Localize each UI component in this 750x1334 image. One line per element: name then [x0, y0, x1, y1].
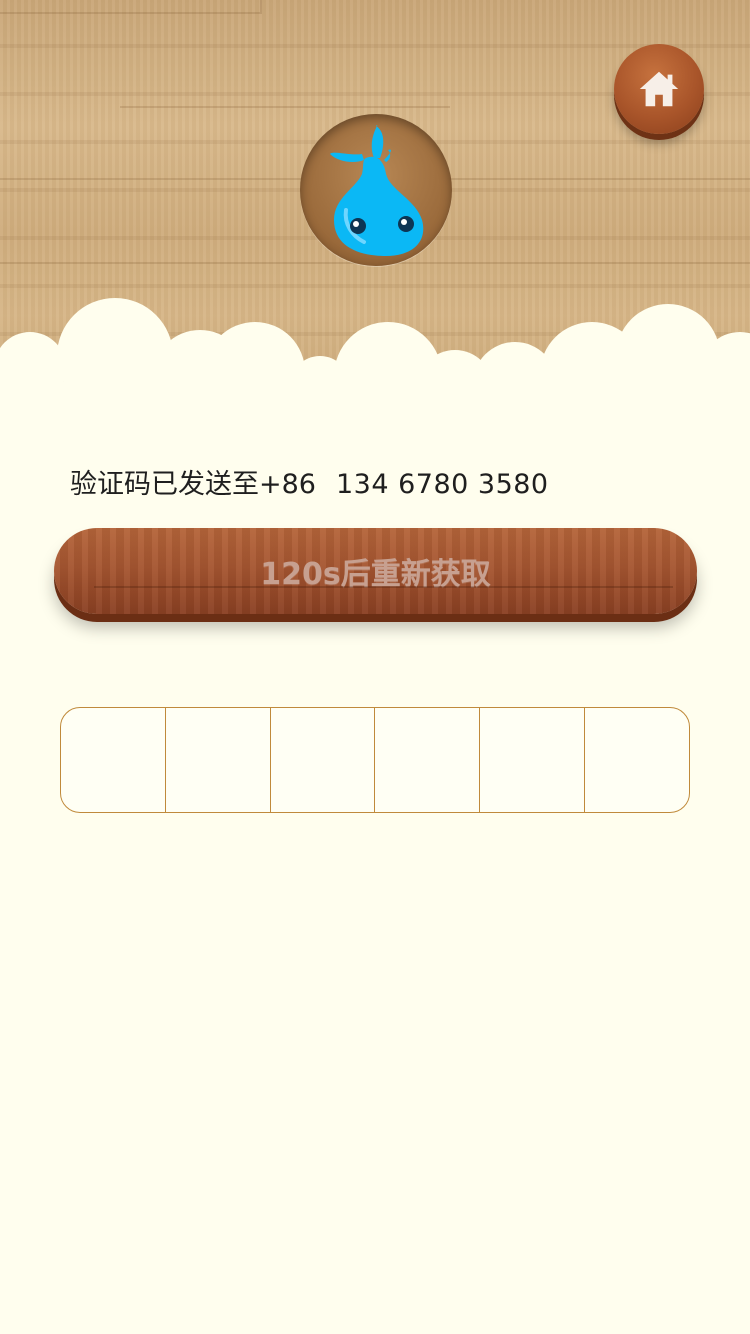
code-digit-1[interactable] [61, 708, 166, 812]
cloud-divider [0, 298, 750, 430]
code-digit-5[interactable] [480, 708, 586, 812]
code-digit-6[interactable] [585, 708, 689, 812]
resend-code-button[interactable]: 120s后重新获取 [54, 528, 697, 614]
water-drop-mascot-icon [330, 124, 424, 256]
plank-seam [0, 12, 260, 14]
home-icon [639, 71, 679, 107]
plank-seam [260, 0, 262, 14]
code-digit-3[interactable] [271, 708, 376, 812]
plank-seam [120, 106, 450, 108]
code-sent-label: 验证码已发送至+86 [70, 469, 316, 500]
home-button[interactable] [614, 44, 704, 134]
code-digit-2[interactable] [166, 708, 271, 812]
wood-grain-line [94, 586, 673, 588]
code-sent-message: 验证码已发送至+86 134 6780 3580 [70, 462, 690, 501]
mascot-logo [300, 114, 452, 266]
code-digit-4[interactable] [375, 708, 481, 812]
verification-code-input[interactable] [60, 707, 690, 813]
phone-number: 134 6780 3580 [335, 469, 549, 500]
